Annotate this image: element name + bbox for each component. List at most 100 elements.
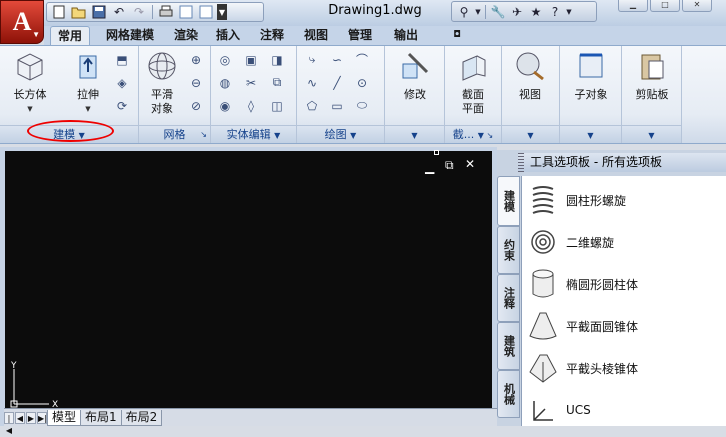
panel-title-modify[interactable]: ▼: [385, 125, 444, 143]
maximize-button[interactable]: □: [650, 0, 680, 12]
tool-label: 平截面圆锥体: [566, 319, 639, 334]
help-icon[interactable]: ?: [546, 4, 564, 20]
minimize-icon[interactable]: ▁: [425, 160, 434, 174]
section-label-1: 截面: [462, 88, 484, 101]
section-plane-button[interactable]: 截面 平面: [453, 50, 493, 116]
tab-output[interactable]: 输出: [388, 26, 424, 46]
thicken-icon[interactable]: ◊: [241, 96, 261, 115]
chevron-down-icon[interactable]: ▼: [565, 4, 573, 20]
close-icon[interactable]: ✕: [465, 157, 475, 171]
undo-icon[interactable]: ↶: [110, 4, 128, 20]
first-tab-icon[interactable]: |◀: [4, 411, 14, 435]
tool-elliptic-cylinder[interactable]: 椭圆形圆柱体: [528, 264, 638, 304]
extract-edges-icon[interactable]: ▣: [241, 50, 261, 69]
panel-title-subobject[interactable]: ▼: [560, 125, 621, 143]
intersect-icon[interactable]: ◉: [215, 96, 235, 115]
smooth-less-icon[interactable]: ⊖: [186, 73, 206, 92]
next-tab-icon[interactable]: ▶: [26, 411, 36, 424]
panel-title-solid-editing[interactable]: 实体编辑 ▼: [211, 125, 296, 143]
axis-y-label: Y: [10, 361, 17, 371]
view-button[interactable]: 视图: [510, 50, 550, 102]
tool-cone-frustum[interactable]: 平截面圆锥体: [528, 306, 638, 346]
rectangle-icon[interactable]: ▭: [327, 96, 347, 115]
palette-tab-architectural[interactable]: 建筑: [497, 322, 520, 370]
smooth-more-icon[interactable]: ⊕: [186, 50, 206, 69]
print-icon[interactable]: [157, 4, 175, 20]
polysolid-icon[interactable]: ◈: [112, 73, 132, 92]
panel-title-mesh[interactable]: 网格 ↘: [139, 125, 210, 143]
tab-mesh-modeling[interactable]: 网格建模: [98, 26, 162, 46]
chevron-down-icon[interactable]: ▼: [474, 4, 482, 20]
satellite-icon[interactable]: ✈: [508, 4, 526, 20]
palette-tab-mechanical[interactable]: 机械: [497, 370, 520, 418]
restore-icon[interactable]: ⧉: [445, 158, 454, 173]
tab-insert[interactable]: 插入: [210, 26, 246, 46]
ribbon-minimize-icon[interactable]: ◘: [446, 26, 468, 46]
minimize-button[interactable]: ▁: [618, 0, 648, 12]
union-icon[interactable]: ◎: [215, 50, 235, 69]
revolve-icon[interactable]: ⟳: [112, 96, 132, 115]
binoculars-icon[interactable]: ⚲: [455, 4, 473, 20]
tab-manage[interactable]: 管理: [342, 26, 378, 46]
line-icon[interactable]: ╱: [327, 73, 347, 92]
slice-icon[interactable]: ✂: [241, 73, 261, 92]
box-button[interactable]: 长方体 ▼: [10, 50, 50, 116]
chevron-down-icon[interactable]: ▼: [217, 4, 227, 20]
panel-title-view[interactable]: ▼: [502, 125, 559, 143]
palette-title[interactable]: 工具选项板 - 所有选项板: [518, 153, 726, 172]
palette-tab-constraints[interactable]: 约束: [497, 226, 520, 274]
palette-tab-modeling[interactable]: 建模: [497, 176, 520, 226]
tab-home[interactable]: 常用: [50, 26, 90, 46]
polyline-icon[interactable]: ⤷: [302, 50, 322, 69]
polygon-icon[interactable]: ⬠: [302, 96, 322, 115]
refine-mesh-icon[interactable]: ⊘: [186, 96, 206, 115]
spline-icon[interactable]: ∽: [327, 50, 347, 69]
drawing-viewport[interactable]: Y X: [0, 147, 497, 426]
clipboard-button[interactable]: 剪贴板: [630, 50, 674, 102]
star-icon[interactable]: ★: [527, 4, 545, 20]
tool-pyramid-frustum[interactable]: 平截头棱锥体: [528, 348, 638, 388]
last-tab-icon[interactable]: ▶|: [37, 411, 47, 424]
subobject-button[interactable]: 子对象: [570, 50, 612, 102]
panel-title-section[interactable]: 截... ▼ ↘: [445, 125, 501, 143]
tab-annotate[interactable]: 注释: [254, 26, 290, 46]
prev-tab-icon[interactable]: ◀: [15, 411, 25, 424]
extrude-button[interactable]: 拉伸 ▼: [68, 50, 108, 116]
tab-render[interactable]: 渲染: [168, 26, 204, 46]
panel-title-clipboard[interactable]: ▼: [622, 125, 681, 143]
application-menu-button[interactable]: A ▼: [0, 0, 44, 44]
tool-helix[interactable]: 圆柱形螺旋: [528, 180, 626, 220]
curve-icon[interactable]: ∿: [302, 73, 322, 92]
modify-button[interactable]: 修改: [395, 50, 435, 102]
palette-tab-annotation[interactable]: 注释: [497, 274, 520, 322]
workspace-icon[interactable]: [177, 4, 195, 20]
arc-icon[interactable]: ⌒: [352, 50, 372, 69]
tool-ucs[interactable]: UCS: [528, 390, 591, 430]
workspace-icon[interactable]: [197, 4, 215, 20]
close-button[interactable]: ✕: [682, 0, 712, 12]
circle-icon[interactable]: ⊙: [352, 73, 372, 92]
wrench-icon[interactable]: 🔧: [489, 4, 507, 20]
layout-tab-1[interactable]: 布局1: [80, 409, 122, 426]
palette-grip[interactable]: [518, 153, 524, 172]
imprint-icon[interactable]: ⧉: [267, 73, 287, 92]
redo-icon[interactable]: ↷: [130, 4, 148, 20]
extrude-face-icon[interactable]: ◨: [267, 50, 287, 69]
layout-tab-2[interactable]: 布局2: [120, 409, 163, 426]
tab-view[interactable]: 视图: [298, 26, 334, 46]
subobject-icon: [579, 53, 603, 78]
subtract-icon[interactable]: ◍: [215, 73, 235, 92]
ellipse-icon[interactable]: ⬭: [352, 96, 372, 115]
chevron-down-icon: ▼: [27, 105, 33, 113]
open-icon[interactable]: [70, 4, 88, 20]
layout-tab-model[interactable]: 模型: [47, 409, 82, 426]
tool-label: 二维螺旋: [566, 235, 615, 250]
tool-2d-spiral[interactable]: 二维螺旋: [528, 222, 614, 262]
smooth-object-button[interactable]: 平滑 对象: [142, 50, 182, 116]
section-plane-icon: [462, 55, 486, 81]
separate-icon[interactable]: ◫: [267, 96, 287, 115]
save-icon[interactable]: [90, 4, 108, 20]
presspull-icon[interactable]: ⬒: [112, 50, 132, 69]
panel-title-draw[interactable]: 绘图 ▼: [297, 125, 384, 143]
new-icon[interactable]: [50, 4, 68, 20]
